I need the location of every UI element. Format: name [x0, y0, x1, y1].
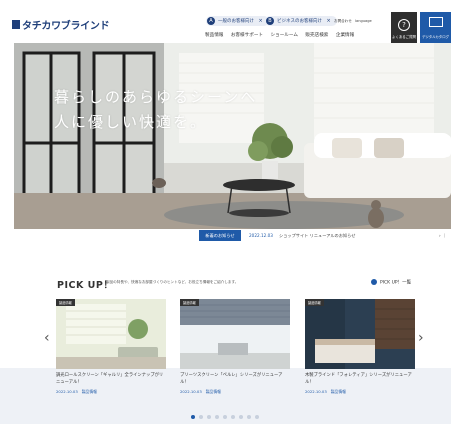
- hero-headline-line-1: 暮らしのあらゆるシーンへ: [54, 88, 258, 106]
- pickup-card-date: 2022.10.03: [180, 389, 202, 394]
- carousel-dot[interactable]: [239, 415, 243, 419]
- news-ticker: 新着のお知らせ 2022.12.03 ショップサイト リニューアルのお知らせ ›…: [199, 230, 451, 241]
- carousel-dot[interactable]: [223, 415, 227, 419]
- pickup-heading: PICK UP！: [57, 280, 114, 291]
- hero-headline-line-2: 人に優しい快適を。: [54, 113, 208, 131]
- news-next-control[interactable]: › ｜: [439, 230, 446, 241]
- pickup-card-title: プリーツスクリーン「ペルレ」シリーズがリニューアル！: [180, 373, 283, 385]
- pickup-card-category: 製品情報: [81, 389, 97, 394]
- pickup-card[interactable]: 製品情報 プリーツスクリーン「ペルレ」シリーズがリニューアル！ 2022.10.…: [180, 299, 290, 395]
- audience-tab-business[interactable]: B ビジネスのお客様向け ×: [265, 16, 337, 26]
- carousel-dot[interactable]: [191, 415, 195, 419]
- news-title-link[interactable]: ショップサイト リニューアルのお知らせ: [279, 230, 355, 241]
- carousel-pagination: [191, 404, 263, 419]
- arrow-circle-icon: [371, 279, 377, 285]
- carousel-dot[interactable]: [215, 415, 219, 419]
- pickup-card-date: 2022.10.03: [56, 389, 78, 394]
- pickup-card-meta: 2022.10.03 製品情報: [180, 389, 290, 395]
- pickup-list-link[interactable]: PICK UP！一覧: [371, 279, 411, 286]
- nav-item-showroom[interactable]: ショールーム: [271, 33, 298, 38]
- pickup-card-image: 製品情報: [305, 299, 415, 369]
- pickup-card-tag: 製品情報: [305, 299, 324, 306]
- digital-catalog-button[interactable]: デジタルカタログ: [420, 12, 451, 43]
- pickup-card-image: 製品情報: [56, 299, 166, 369]
- site-logo[interactable]: タチカワブラインド: [22, 17, 110, 32]
- pickup-card-date: 2022.10.03: [305, 389, 327, 394]
- carousel-dot[interactable]: [247, 415, 251, 419]
- audience-tab-business-label: ビジネスのお客様向け: [277, 19, 322, 24]
- carousel-dot[interactable]: [231, 415, 235, 419]
- monitor-icon: [428, 17, 443, 27]
- pickup-card-meta: 2022.10.03 製品情報: [56, 389, 166, 395]
- carousel-dot[interactable]: [199, 415, 203, 419]
- digital-catalog-label: デジタルカタログ: [422, 35, 449, 39]
- pickup-card-category: 製品情報: [205, 389, 221, 394]
- pickup-card-category: 製品情報: [330, 389, 346, 394]
- audience-tab-consumer-label: 一般のお客様向け: [218, 19, 254, 24]
- logo-mark-icon: [12, 20, 20, 29]
- contact-link[interactable]: お問合わせ: [334, 19, 352, 24]
- nav-item-support[interactable]: お客様サポート: [231, 33, 263, 38]
- faq-button[interactable]: ? よくあるご質問: [391, 12, 417, 43]
- carousel-dot[interactable]: [255, 415, 259, 419]
- close-icon: ×: [326, 18, 331, 24]
- pickup-description: 製品の特長や、快適なお部屋づくりのヒントなど、お役立ち情報をご紹介します。: [106, 280, 239, 284]
- pickup-card-tag: 製品情報: [56, 299, 75, 306]
- pickup-list-label: PICK UP！一覧: [380, 280, 412, 286]
- carousel-dot[interactable]: [207, 415, 211, 419]
- audience-tab-consumer[interactable]: A 一般のお客様向け ×: [206, 16, 269, 26]
- pickup-card-title: 木製ブラインド「フォレティア」シリーズがリニューアル！: [305, 373, 412, 385]
- news-date: 2022.12.03: [249, 233, 273, 238]
- pickup-card-title: 調光ロールスクリーン「ギャルリ」全ラインナップがリニューアル！: [56, 373, 164, 385]
- question-icon: ?: [398, 19, 410, 31]
- living-room-illustration: [14, 43, 451, 229]
- audience-badge-b: B: [266, 17, 274, 25]
- hero-banner[interactable]: 暮らしのあらゆるシーンへ 人に優しい快適を。: [14, 43, 451, 229]
- close-icon: ×: [258, 18, 263, 24]
- nav-item-company[interactable]: 企業情報: [336, 33, 354, 38]
- carousel-prev-button[interactable]: ‹: [44, 330, 50, 346]
- pickup-card[interactable]: 製品情報 調光ロールスクリーン「ギャルリ」全ラインナップがリニューアル！ 202…: [56, 299, 166, 395]
- pickup-card[interactable]: 製品情報 木製ブラインド「フォレティア」シリーズがリニューアル！ 2022.10…: [305, 299, 415, 395]
- nav-item-dealers[interactable]: 販売店検索: [305, 33, 328, 38]
- news-label-button[interactable]: 新着のお知らせ: [199, 230, 241, 241]
- global-nav: 製品情報 お客様サポート ショールーム 販売店検索 企業情報: [205, 32, 360, 38]
- carousel-next-button[interactable]: ›: [418, 330, 424, 346]
- hero-headline: 暮らしのあらゆるシーンへ 人に優しい快適を。: [54, 85, 257, 135]
- pickup-card-meta: 2022.10.03 製品情報: [305, 389, 415, 395]
- pickup-card-tag: 製品情報: [180, 299, 199, 306]
- audience-badge-a: A: [207, 17, 215, 25]
- language-selector[interactable]: language: [355, 19, 372, 23]
- faq-button-label: よくあるご質問: [392, 35, 416, 39]
- site-header: タチカワブラインド A 一般のお客様向け × B ビジネスのお客様向け × お問…: [0, 0, 451, 43]
- nav-item-products[interactable]: 製品情報: [205, 33, 223, 38]
- pickup-card-image: 製品情報: [180, 299, 290, 369]
